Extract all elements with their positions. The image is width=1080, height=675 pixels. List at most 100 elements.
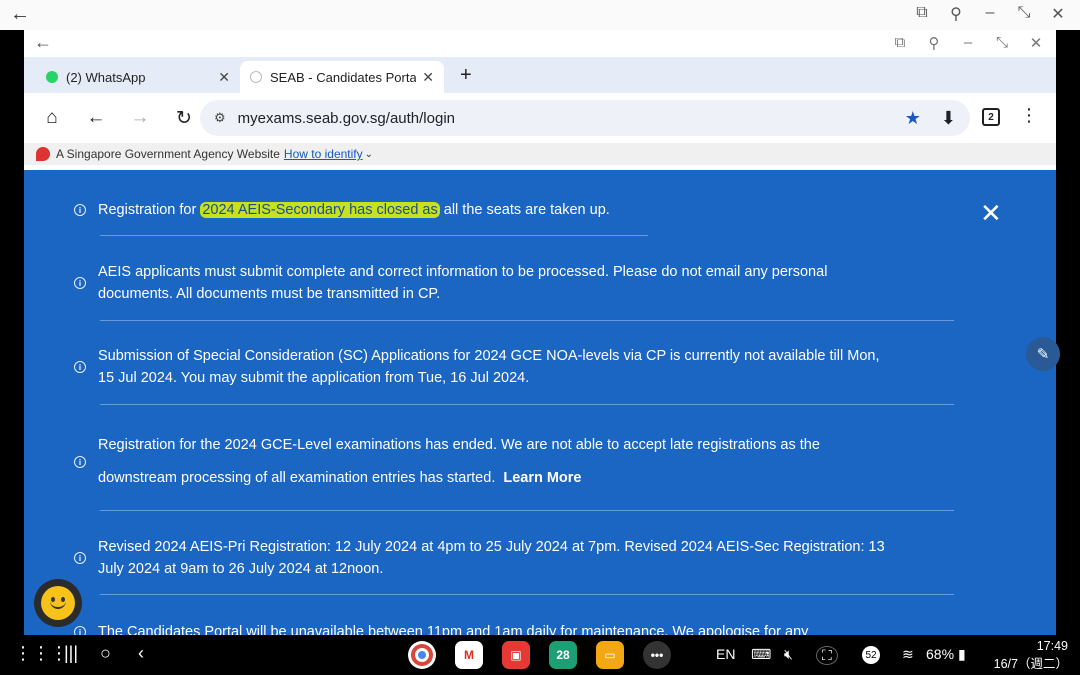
notification-badge[interactable]: 52 <box>862 646 880 664</box>
home-icon[interactable]: ○ <box>100 643 111 664</box>
pen-tool-icon[interactable]: ✎ <box>1026 337 1060 371</box>
pin-icon[interactable]: ⚲ <box>948 4 964 24</box>
notices-panel: i Registration for 2024 AEIS-Secondary h… <box>24 170 1056 635</box>
info-icon: i <box>74 456 86 468</box>
bookmark-star-icon[interactable]: ★ <box>905 108 921 129</box>
address-bar[interactable]: ⚙ myexams.seab.gov.sg/auth/login ★ ⬇ <box>200 100 970 136</box>
inner-window-controls: ⧉ ⚲ – ⤡ ✕ <box>892 34 1044 52</box>
time: 17:49 <box>1036 639 1068 653</box>
close-icon[interactable]: ✕ <box>1028 34 1044 52</box>
notes-app-icon[interactable]: ▣ <box>502 641 530 669</box>
wifi-icon: ≋ <box>902 646 914 662</box>
notice-text: AEIS applicants must submit complete and… <box>98 261 827 305</box>
restore-icon[interactable]: ⤡ <box>994 34 1010 52</box>
back-icon[interactable]: ‹ <box>138 643 144 664</box>
more-apps-icon[interactable]: ••• <box>643 641 671 669</box>
smiley-icon <box>41 586 75 620</box>
pin-icon[interactable]: ⚲ <box>926 34 942 52</box>
close-icon[interactable]: ✕ <box>1050 4 1066 24</box>
tab-seab[interactable]: SEAB - Candidates Portal ✕ <box>240 61 444 93</box>
how-to-identify-link[interactable]: How to identify <box>284 147 363 161</box>
back-icon[interactable]: ← <box>80 102 112 134</box>
tab-switcher-button[interactable]: 2 <box>982 108 1000 126</box>
inner-window-bar: ← ⧉ ⚲ – ⤡ ✕ <box>24 30 1056 57</box>
divider <box>100 510 954 511</box>
download-icon[interactable]: ⬇ <box>941 108 956 129</box>
site-settings-icon[interactable]: ⚙ <box>214 110 226 126</box>
keyboard-icon[interactable]: ⌨ <box>751 646 771 663</box>
language-indicator[interactable]: EN <box>716 646 735 662</box>
tab-title: SEAB - Candidates Portal <box>270 69 417 85</box>
info-icon: i <box>74 361 86 373</box>
minimize-icon[interactable]: – <box>982 4 998 24</box>
info-icon: i <box>74 552 86 564</box>
menu-icon[interactable]: ⋮ <box>1020 105 1038 126</box>
restore-icon[interactable]: ⤡ <box>1016 4 1032 24</box>
chatbot-button[interactable] <box>34 579 82 627</box>
notice-line: 15 Jul 2024. You may submit the applicat… <box>98 370 530 386</box>
minimize-icon[interactable]: – <box>960 34 976 52</box>
lion-head-icon <box>36 147 50 161</box>
clock[interactable]: 17:49 16/7（週二） <box>994 637 1068 673</box>
battery-level: 68% <box>926 646 955 662</box>
notice-line: Revised 2024 AEIS-Pri Registration: 12 J… <box>98 539 885 555</box>
forward-icon[interactable]: → <box>124 102 156 134</box>
app-drawer-icon[interactable]: ⋮⋮⋮ <box>14 643 68 664</box>
back-arrow-icon[interactable]: ← <box>10 3 30 26</box>
close-notices-icon[interactable]: ✕ <box>980 198 1002 229</box>
browser-window: ← ⧉ ⚲ – ⤡ ✕ (2) WhatsApp ✕ SEAB - Candid… <box>24 30 1056 635</box>
notice-text: Registration for 2024 AEIS-Secondary has… <box>98 199 610 221</box>
back-arrow-icon[interactable]: ← <box>34 32 52 53</box>
info-icon: i <box>74 626 86 635</box>
notice-line: Submission of Special Consideration (SC)… <box>98 348 880 364</box>
screenshot-icon[interactable]: ⛶ <box>816 646 838 665</box>
learn-more-link[interactable]: Learn More <box>503 470 581 486</box>
home-icon[interactable]: ⌂ <box>36 102 68 134</box>
notice-text: Revised 2024 AEIS-Pri Registration: 12 J… <box>98 536 885 580</box>
url-text[interactable]: myexams.seab.gov.sg/auth/login <box>238 110 905 127</box>
mute-icon[interactable]: 🔇︎ <box>784 646 793 663</box>
date: 16/7（週二） <box>993 657 1068 671</box>
tab-strip: (2) WhatsApp ✕ SEAB - Candidates Portal … <box>24 57 1056 93</box>
close-tab-icon[interactable]: ✕ <box>218 69 230 86</box>
close-tab-icon[interactable]: ✕ <box>422 69 434 86</box>
new-tab-icon[interactable]: + <box>460 64 472 87</box>
info-icon: i <box>74 204 86 216</box>
notice-text: The Candidates Portal will be unavailabl… <box>98 624 809 635</box>
whatsapp-icon <box>46 71 58 83</box>
outer-window-controls: ⧉ ⚲ – ⤡ ✕ <box>914 4 1066 24</box>
notice-item: i The Candidates Portal will be unavaila… <box>74 621 808 635</box>
browser-toolbar: ⌂ ← → ↻ ⚙ myexams.seab.gov.sg/auth/login… <box>24 93 1056 143</box>
chrome-icon[interactable] <box>408 641 436 669</box>
notice-line: AEIS applicants must submit complete and… <box>98 264 828 280</box>
divider <box>100 404 954 405</box>
notice-item: i Registration for the 2024 GCE-Level ex… <box>74 429 820 495</box>
notice-text: Registration for the 2024 GCE-Level exam… <box>98 429 820 495</box>
outer-window-bar: ← ⧉ ⚲ – ⤡ ✕ <box>0 0 1080 30</box>
notice-line: documents. All documents must be transmi… <box>98 286 441 302</box>
gov-banner-text: A Singapore Government Agency Website <box>56 147 280 161</box>
highlighted-text: 2024 AEIS-Secondary has closed as <box>200 202 440 218</box>
files-icon[interactable]: ▭ <box>596 641 624 669</box>
chevron-down-icon: ⌄ <box>364 148 374 160</box>
notice-line: Registration for the 2024 GCE-Level exam… <box>98 437 820 453</box>
calendar-icon[interactable]: 28 <box>549 641 577 669</box>
notice-item: i Registration for 2024 AEIS-Secondary h… <box>74 199 610 221</box>
info-icon: i <box>74 277 86 289</box>
reload-icon[interactable]: ↻ <box>168 102 200 134</box>
seab-favicon-icon <box>250 71 262 83</box>
notice-text-pre: Registration for <box>98 202 201 218</box>
snap-window-icon[interactable]: ⧉ <box>892 34 908 52</box>
divider <box>100 235 648 236</box>
notice-item: i Revised 2024 AEIS-Pri Registration: 12… <box>74 536 885 580</box>
taskbar: ⋮⋮⋮ ||| ○ ‹ M ▣ 28 ▭ ••• EN ⌨ 🔇︎ ⛶ 52 ≋ … <box>0 635 1080 675</box>
gmail-icon[interactable]: M <box>455 641 483 669</box>
recent-apps-icon[interactable]: ||| <box>64 643 78 664</box>
notice-item: i AEIS applicants must submit complete a… <box>74 261 827 305</box>
notice-text: Submission of Special Consideration (SC)… <box>98 345 879 389</box>
tab-whatsapp[interactable]: (2) WhatsApp ✕ <box>36 61 240 93</box>
snap-window-icon[interactable]: ⧉ <box>914 4 930 24</box>
gov-masthead: A Singapore Government Agency Website Ho… <box>24 143 1056 165</box>
divider <box>100 594 954 595</box>
notice-item: i Submission of Special Consideration (S… <box>74 345 879 389</box>
